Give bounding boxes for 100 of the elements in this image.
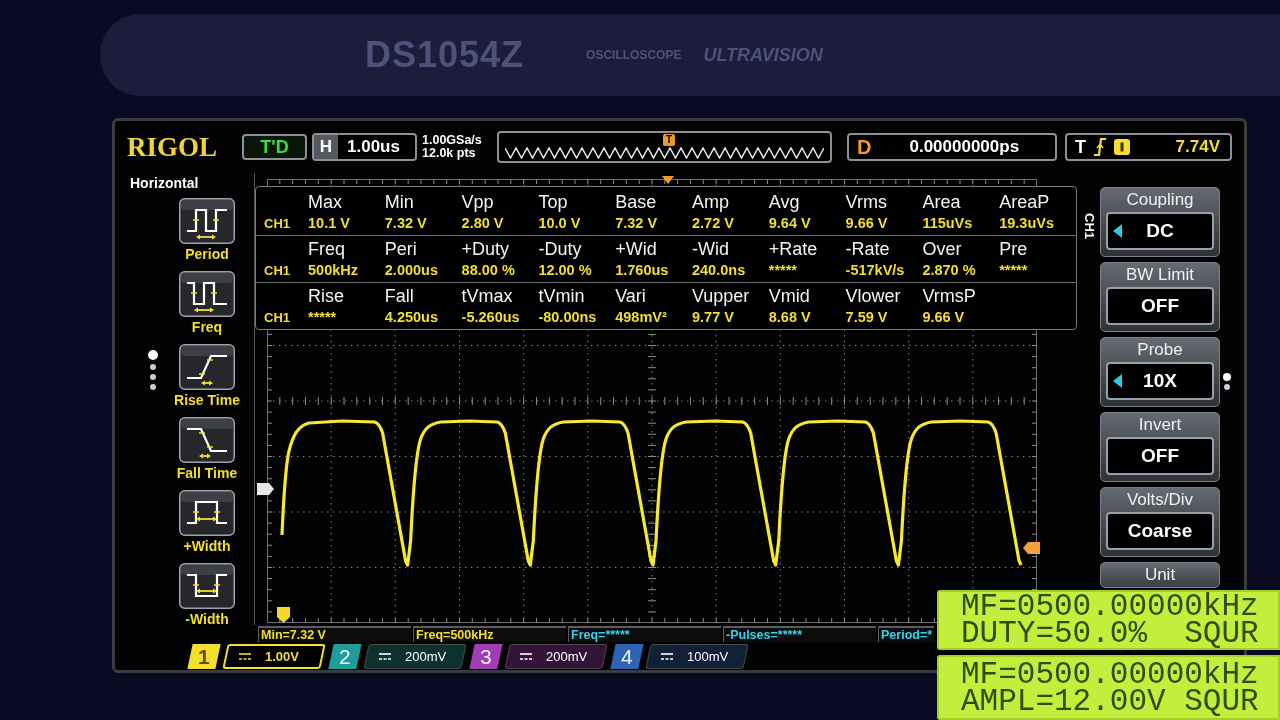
- delay-label: D: [857, 135, 872, 160]
- measurement-value: 7.32 V: [615, 214, 658, 234]
- measurement-name: Vmid: [768, 285, 810, 307]
- model-label: DS1054Z: [365, 33, 525, 77]
- measurement-value: 9.77 V: [692, 308, 734, 328]
- softkey[interactable]: Volts/Div Coarse: [1100, 487, 1220, 557]
- measurement-name: Peri: [384, 238, 417, 260]
- measurement-name: Area: [922, 191, 961, 213]
- softkey-value[interactable]: OFF: [1106, 287, 1214, 325]
- measurement-value: 9.66 V: [922, 308, 965, 328]
- measurement-value: *****: [308, 308, 337, 328]
- softkey-value[interactable]: Coarse: [1106, 512, 1214, 550]
- memory-trigger-marker: T: [663, 134, 675, 146]
- measurement-name: Amp: [692, 191, 729, 213]
- softkey-title: Volts/Div: [1126, 489, 1194, 511]
- measurement-value: *****: [768, 261, 797, 281]
- dc-coupling-icon: [239, 653, 251, 660]
- measurement-name: Min: [384, 191, 414, 213]
- source-label: CH1: [264, 309, 290, 328]
- dc-coupling-icon: [379, 653, 391, 660]
- measurement-value: 7.32 V: [384, 214, 427, 234]
- softkey-title: Probe: [1137, 339, 1183, 361]
- softkey[interactable]: Invert OFF: [1100, 412, 1220, 482]
- device-label: OSCILLOSCOPE: [586, 47, 682, 64]
- measurement-name: Rise: [308, 285, 344, 307]
- trigger-position-marker-icon: [662, 176, 674, 184]
- measurement-value: 2.000us: [384, 261, 438, 281]
- measurement-name: Vpp: [461, 191, 494, 213]
- measurement-name: -Duty: [538, 238, 582, 260]
- measure-button[interactable]: -Width: [179, 563, 235, 627]
- softkey-value[interactable]: DC: [1106, 212, 1214, 250]
- measurement-value: 10.0 V: [538, 214, 581, 234]
- softkey[interactable]: Probe 10X: [1100, 337, 1220, 407]
- rising-edge-measure-icon: [179, 344, 235, 390]
- measure-button[interactable]: Freq: [179, 271, 235, 335]
- rising-edge-icon: [1094, 138, 1106, 156]
- softkey[interactable]: Coupling DC: [1100, 187, 1220, 257]
- measurement-name: Freq: [308, 238, 345, 260]
- softkey[interactable]: Unit: [1100, 562, 1220, 588]
- measurement-name: AreaP: [999, 191, 1050, 213]
- measurement-name: Base: [615, 191, 657, 213]
- channel-scale[interactable]: 100mV: [645, 644, 749, 669]
- measurement-value: 1.760us: [615, 261, 669, 281]
- lcd-line: DUTY=50.0% SQUR: [961, 620, 1259, 647]
- dc-coupling-icon: [661, 653, 673, 660]
- lcd-line: MF=0500.00000kHz: [961, 593, 1259, 620]
- measurement-name: tVmax: [461, 285, 513, 307]
- softkey[interactable]: BW Limit OFF: [1100, 262, 1220, 332]
- softkey-value[interactable]: 10X: [1106, 362, 1214, 400]
- measurement-name: Top: [538, 191, 568, 213]
- measurement-name: VrmsP: [922, 285, 976, 307]
- trigger-level-marker-icon: [1023, 542, 1040, 554]
- measurement-value: 498mV²: [615, 308, 667, 328]
- channel-number[interactable]: 1: [187, 644, 221, 669]
- softkey-title: Invert: [1138, 414, 1182, 436]
- measurement-value: -5.260us: [461, 308, 520, 328]
- channel-scale[interactable]: 1.00V: [222, 644, 326, 669]
- measurement-readout: Freq=500kHz: [413, 626, 566, 642]
- trigger-status: T'D: [242, 134, 307, 160]
- source-label: CH1: [264, 262, 290, 281]
- measurement-value: -517kV/s: [845, 261, 905, 281]
- measure-button[interactable]: Period: [179, 198, 235, 262]
- measurement-name: Vari: [615, 285, 646, 307]
- measurement-readout: -Pulses=*****: [723, 626, 876, 642]
- delay-value: 0.00000000ps: [909, 136, 1020, 159]
- delay-panel[interactable]: D 0.00000000ps: [847, 133, 1057, 161]
- square-wave-frequency-icon: [179, 271, 235, 317]
- memory-depth: 12.0k pts: [422, 147, 476, 160]
- measurement-name: Vlower: [845, 285, 901, 307]
- square-wave-period-icon: [179, 198, 235, 244]
- softkey-title: BW Limit: [1126, 264, 1194, 286]
- measure-button[interactable]: Fall Time: [176, 417, 238, 481]
- brand-logo: RIGOL: [127, 133, 219, 161]
- measurement-name: +Wid: [615, 238, 657, 260]
- measurement-value: 500kHz: [308, 261, 358, 281]
- measurement-value: 240.0ns: [692, 261, 746, 281]
- measurement-readout: Min=7.32 V: [258, 626, 411, 642]
- measurement-name: Vupper: [692, 285, 750, 307]
- position-marker-icon: [277, 607, 290, 623]
- channel-number[interactable]: 4: [610, 644, 644, 669]
- channel-scale[interactable]: 200mV: [363, 644, 467, 669]
- channel-number[interactable]: 3: [469, 644, 503, 669]
- trigger-level-value: 7.74V: [1175, 136, 1220, 159]
- channel-scale[interactable]: 200mV: [504, 644, 608, 669]
- lcd-line: AMPL=12.00V SQUR: [961, 687, 1259, 715]
- measure-button[interactable]: +Width: [179, 490, 235, 554]
- positive-pulse-icon: [179, 490, 235, 536]
- measurement-name: +Rate: [768, 238, 818, 260]
- timebase-panel[interactable]: H 1.00us: [312, 133, 417, 161]
- measurement-readout: Freq=*****: [568, 626, 721, 642]
- measure-button[interactable]: Rise Time: [174, 344, 240, 408]
- measurement-value: 115uVs: [922, 214, 973, 234]
- measurement-value: 2.80 V: [461, 214, 504, 234]
- trigger-panel[interactable]: T 7.74V: [1065, 133, 1232, 161]
- channel-offset-marker-icon: [257, 483, 274, 495]
- softkey-value[interactable]: OFF: [1106, 437, 1214, 475]
- measurement-value: 10.1 V: [308, 214, 350, 234]
- channel-label: CH1: [1083, 213, 1096, 239]
- measurement-name: tVmin: [538, 285, 585, 307]
- measurement-name: +Duty: [461, 238, 510, 260]
